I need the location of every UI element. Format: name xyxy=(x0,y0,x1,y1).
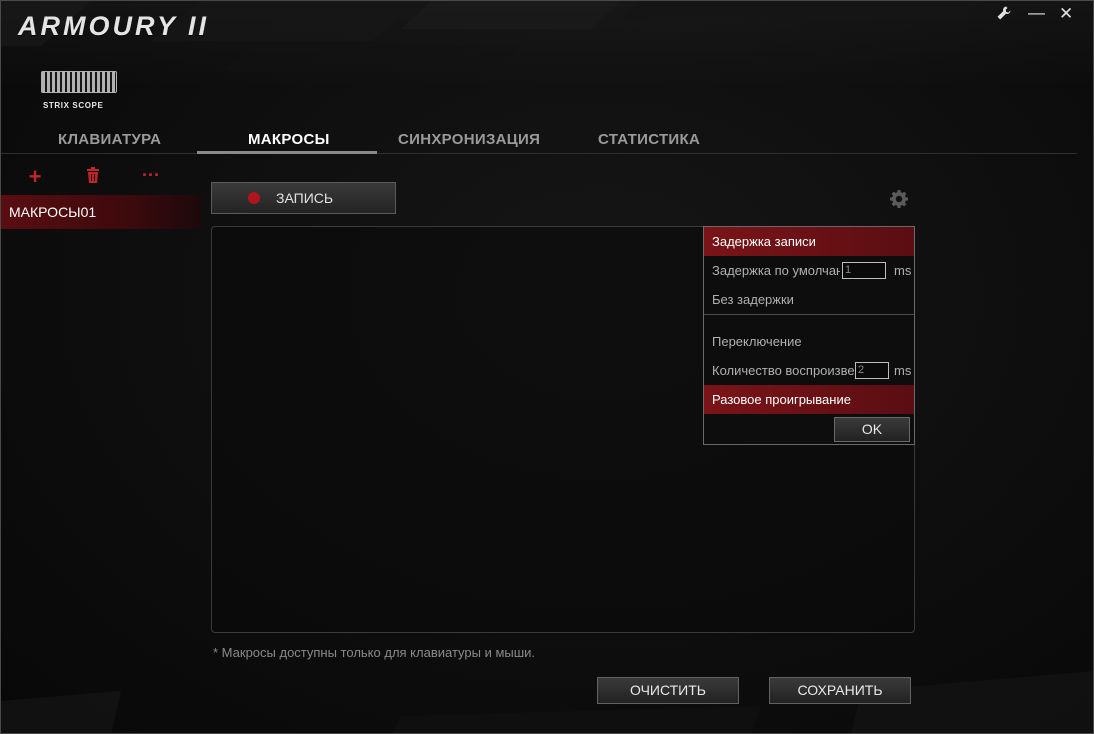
popup-divider xyxy=(704,314,914,315)
macro-list-item[interactable]: МАКРОСЫ01 xyxy=(1,195,201,229)
play-count-option[interactable]: Количество воспроизве 2 ms xyxy=(704,356,914,385)
tab-statistics[interactable]: СТАТИСТИКА xyxy=(598,131,700,148)
record-settings-popup: Задержка записи Задержка по умолчан 1 ms… xyxy=(703,226,915,445)
toggle-option[interactable]: Переключение xyxy=(704,327,914,356)
keyboard-icon xyxy=(41,71,117,93)
tab-keyboard[interactable]: КЛАВИАТУРА xyxy=(58,131,161,148)
macro-item-label: МАКРОСЫ01 xyxy=(9,204,97,220)
save-button[interactable]: СОХРАНИТЬ xyxy=(769,677,911,704)
minimize-button[interactable]: — xyxy=(1028,3,1045,23)
default-delay-unit: ms xyxy=(894,263,912,278)
device-selector[interactable]: STRIX SCOPE xyxy=(41,71,117,110)
tab-sync[interactable]: СИНХРОНИЗАЦИЯ xyxy=(398,131,540,148)
default-delay-input[interactable]: 1 xyxy=(842,262,886,279)
footnote: * Макросы доступны только для клавиатуры… xyxy=(213,645,536,660)
add-macro-button[interactable]: + xyxy=(23,164,47,189)
record-button[interactable]: ЗАПИСЬ xyxy=(211,182,396,214)
record-delay-option[interactable]: Задержка записи xyxy=(704,227,914,256)
main-tabs: КЛАВИАТУРА МАКРОСЫ СИНХРОНИЗАЦИЯ СТАТИСТ… xyxy=(1,127,1077,154)
more-options-button[interactable]: ··· xyxy=(139,165,163,187)
record-label: ЗАПИСЬ xyxy=(276,190,334,206)
tab-macros[interactable]: МАКРОСЫ xyxy=(248,131,330,148)
default-delay-option[interactable]: Задержка по умолчан 1 ms xyxy=(704,256,914,285)
active-tab-indicator xyxy=(197,151,377,154)
app-logo: ARMOURY II xyxy=(18,11,210,41)
ok-button[interactable]: OK xyxy=(834,417,910,442)
wrench-icon[interactable] xyxy=(996,5,1012,26)
single-play-option[interactable]: Разовое проигрывание xyxy=(704,385,914,414)
clear-button[interactable]: ОЧИСТИТЬ xyxy=(597,677,739,704)
close-button[interactable]: ✕ xyxy=(1059,4,1073,24)
record-dot-icon xyxy=(248,192,260,204)
gear-icon[interactable] xyxy=(889,189,909,214)
no-delay-option[interactable]: Без задержки xyxy=(704,285,914,314)
play-count-input[interactable]: 2 xyxy=(855,362,889,379)
device-name: STRIX SCOPE xyxy=(43,101,104,110)
trash-icon xyxy=(87,167,99,183)
delete-macro-button[interactable] xyxy=(81,167,105,189)
app-window: ARMOURY II — ✕ STRIX SCOPE КЛАВИАТУРА МА… xyxy=(0,0,1094,734)
play-count-unit: ms xyxy=(894,363,912,378)
